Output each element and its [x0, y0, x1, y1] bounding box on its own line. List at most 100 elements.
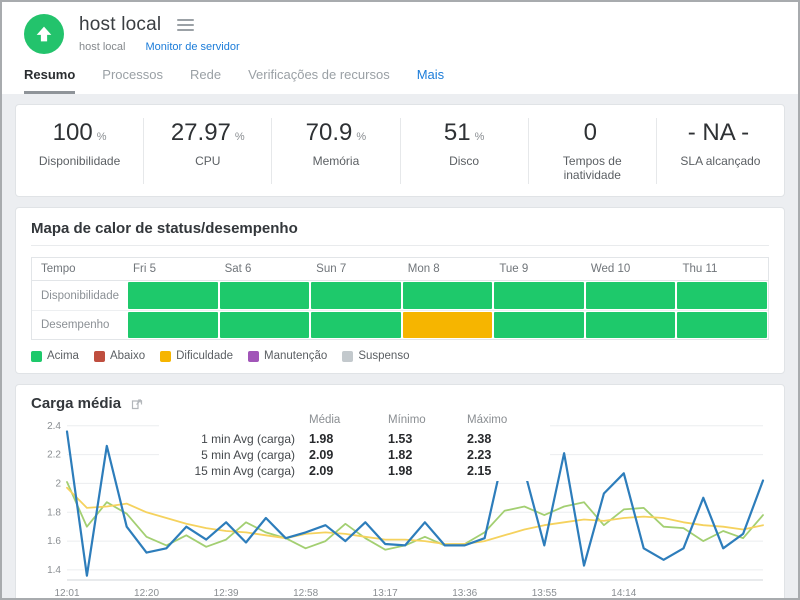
heatmap-cell[interactable]: [677, 312, 767, 338]
chart-title: Carga média: [31, 395, 121, 412]
summary-value: 1.98: [309, 431, 388, 447]
heatmap-title: Mapa de calor de status/desempenho: [31, 220, 769, 246]
heatmap-cell[interactable]: [586, 312, 676, 338]
content: 100%Disponibilidade27.97%CPU70.9%Memória…: [2, 94, 798, 600]
stat-mem-ria: 70.9% Memória: [272, 118, 400, 184]
heatmap-col-header-fri-5: Fri 5: [127, 258, 219, 280]
summary-col-m-nimo: Mínimo: [388, 412, 467, 428]
summary-value: 2.15: [467, 463, 546, 479]
tab-processos[interactable]: Processos: [102, 67, 163, 94]
heatmap-cell[interactable]: [128, 282, 218, 309]
summary-value: 2.09: [309, 447, 388, 463]
summary-value: 1.82: [388, 447, 467, 463]
stat-label: CPU: [148, 154, 267, 168]
heatmap-col-header-tempo: Tempo: [32, 258, 127, 280]
heatmap-col-header-sun-7: Sun 7: [310, 258, 402, 280]
legend-swatch: [248, 351, 259, 362]
series-line-15-min-avg: [67, 488, 763, 544]
host-name-label: host local: [79, 41, 125, 53]
stat-unit: %: [235, 131, 245, 143]
stat-disco: 51%Disco: [401, 118, 529, 184]
stat-label: Tempos de inatividade: [533, 154, 652, 182]
header: host local host localMonitor de servidor: [2, 2, 798, 54]
up-arrow-icon: [33, 23, 55, 45]
heatmap-col-header-mon-8: Mon 8: [402, 258, 494, 280]
legend-label: Dificuldade: [176, 350, 233, 362]
legend-swatch: [31, 351, 42, 362]
y-tick-label: 2.4: [47, 421, 61, 432]
x-tick-label: 12:58: [293, 588, 318, 599]
stat-label: Memória: [276, 154, 395, 168]
monitor-dashboard: host local host localMonitor de servidor…: [0, 0, 800, 600]
y-tick-label: 1.4: [47, 565, 61, 576]
stat-cpu: 27.97% CPU: [144, 118, 272, 184]
heatmap-cell[interactable]: [220, 282, 310, 309]
heatmap-cell[interactable]: [220, 312, 310, 338]
stat-value: - NA -: [688, 119, 749, 146]
heatmap-cell[interactable]: [128, 312, 218, 338]
summary-value: 1.98: [388, 463, 467, 479]
monitor-type-link[interactable]: Monitor de servidor: [145, 41, 239, 53]
stat-label: Disponibilidade: [20, 154, 139, 168]
legend-swatch: [94, 351, 105, 362]
x-tick-label: 12:01: [54, 588, 79, 599]
summary-row-5-min-avg-carga: 5 min Avg (carga)2.091.822.23: [163, 447, 546, 463]
stat-unit: %: [475, 131, 485, 143]
x-tick-label: 12:39: [214, 588, 239, 599]
x-tick-label: 13:55: [532, 588, 557, 599]
tab-resumo[interactable]: Resumo: [24, 67, 75, 94]
stat-value: 70.9: [306, 119, 353, 146]
load-summary-table: MédiaMínimoMáximo1 min Avg (carga)1.981.…: [159, 412, 550, 481]
x-tick-label: 14:14: [611, 588, 636, 599]
tab-rede[interactable]: Rede: [190, 67, 221, 94]
heatmap-col-header-sat-6: Sat 6: [219, 258, 311, 280]
summary-row-label: 5 min Avg (carga): [163, 447, 309, 463]
stat-sla-alcan-ado: - NA - SLA alcançado: [657, 118, 784, 184]
chart-area: 1.41.61.822.22.412:0112:2012:3912:5813:1…: [31, 412, 769, 600]
heatmap-card: Mapa de calor de status/desempenho Tempo…: [15, 207, 785, 374]
heatmap-legend-manuten-o: Manutenção: [248, 350, 327, 362]
external-link-icon[interactable]: [131, 398, 143, 410]
stat-tempos-de-inatividade: 0Tempos de inatividade: [529, 118, 657, 184]
summary-row-label: 15 min Avg (carga): [163, 463, 309, 479]
heatmap-row-label: Desempenho: [32, 311, 127, 339]
heatmap-cell[interactable]: [403, 282, 493, 309]
heatmap-cell[interactable]: [311, 312, 401, 338]
heatmap-cell[interactable]: [677, 282, 767, 309]
heatmap-cell[interactable]: [403, 312, 493, 338]
tab-verifica-es-de-recursos[interactable]: Verificações de recursos: [248, 67, 390, 94]
summary-stats-card: 100%Disponibilidade27.97%CPU70.9%Memória…: [15, 104, 785, 197]
heatmap-col-header-wed-10: Wed 10: [585, 258, 677, 280]
monitor-status-icon: [24, 14, 64, 54]
stat-unit: %: [97, 131, 107, 143]
summary-value: 1.53: [388, 431, 467, 447]
tab-mais[interactable]: Mais: [417, 67, 444, 94]
legend-swatch: [342, 351, 353, 362]
heatmap-cell[interactable]: [494, 282, 584, 309]
heatmap-cell[interactable]: [494, 312, 584, 338]
heatmap-legend-abaixo: Abaixo: [94, 350, 145, 362]
heatmap-legend-suspenso: Suspenso: [342, 350, 409, 362]
heatmap-header-row: TempoFri 5Sat 6Sun 7Mon 8Tue 9Wed 10Thu …: [32, 258, 768, 281]
heatmap-cell[interactable]: [586, 282, 676, 309]
load-average-card: Carga média 1.41.61.822.22.412:0112:2012…: [15, 384, 785, 600]
x-tick-label: 13:36: [452, 588, 477, 599]
legend-label: Manutenção: [264, 350, 327, 362]
summary-value: 2.38: [467, 431, 546, 447]
hamburger-menu-icon[interactable]: [177, 14, 194, 36]
legend-label: Abaixo: [110, 350, 145, 362]
heatmap-table: TempoFri 5Sat 6Sun 7Mon 8Tue 9Wed 10Thu …: [31, 257, 769, 340]
y-tick-label: 2: [55, 478, 61, 489]
stat-label: SLA alcançado: [661, 154, 780, 168]
stat-label: Disco: [405, 154, 524, 168]
stat-unit: %: [356, 131, 366, 143]
summary-col-m-dia: Média: [309, 412, 388, 428]
summary-header-row: MédiaMínimoMáximo: [163, 412, 546, 428]
legend-swatch: [160, 351, 171, 362]
summary-value: 2.09: [309, 463, 388, 479]
stat-disponibilidade: 100%Disponibilidade: [16, 118, 144, 184]
stat-value: 27.97: [171, 119, 231, 146]
heatmap-cell[interactable]: [311, 282, 401, 309]
heatmap-row-desempenho: Desempenho: [32, 310, 768, 339]
y-tick-label: 1.8: [47, 507, 61, 518]
